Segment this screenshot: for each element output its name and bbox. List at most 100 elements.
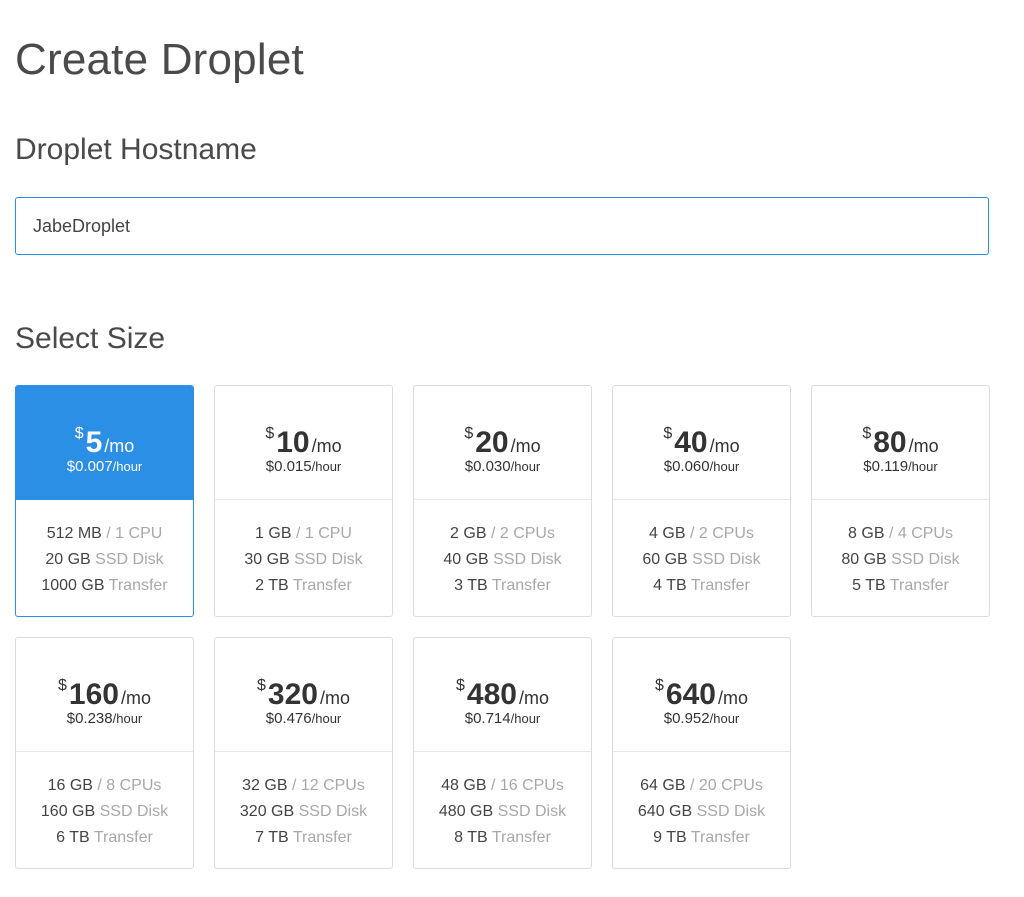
spec-disk: 640 GB SSD Disk bbox=[613, 799, 790, 825]
size-plan-card[interactable]: $320/mo $0.476/hour 32 GB / 12 CPUs 320 GB … bbox=[214, 637, 393, 869]
size-section-title: Select Size bbox=[15, 322, 166, 355]
spec-transfer: 9 TB Transfer bbox=[613, 825, 790, 851]
spec-memory-cpu: 1 GB / 1 CPU bbox=[215, 521, 392, 547]
size-plan-card[interactable]: $640/mo $0.952/hour 64 GB / 20 CPUs 640 GB … bbox=[612, 637, 791, 869]
hourly-amount: $0.015 bbox=[265, 458, 312, 475]
spec-disk-label: SSD Disk bbox=[294, 551, 363, 568]
size-plan-card[interactable]: $20/mo $0.030/hour 2 GB / 2 CPUs 40 GB SSD … bbox=[413, 385, 592, 617]
spec-disk: 40 GB SSD Disk bbox=[414, 547, 591, 573]
spec-transfer-label: Transfer bbox=[491, 577, 551, 594]
spec-disk-size: 480 GB bbox=[438, 803, 494, 820]
spec-disk: 30 GB SSD Disk bbox=[215, 547, 392, 573]
per-hour-suffix: /hour bbox=[510, 459, 541, 474]
currency-symbol: $ bbox=[862, 425, 872, 442]
spec-memory-cpu: 8 GB / 4 CPUs bbox=[812, 521, 989, 547]
plan-specs: 2 GB / 2 CPUs 40 GB SSD Disk 3 TB Transfer bbox=[414, 500, 591, 599]
price-amount: 10 bbox=[276, 426, 310, 459]
size-plan-card[interactable]: $40/mo $0.060/hour 4 GB / 2 CPUs 60 GB SSD … bbox=[612, 385, 791, 617]
hourly-price: $0.952/hour bbox=[613, 710, 790, 727]
spec-transfer-amount: 1000 GB bbox=[41, 577, 105, 594]
plan-price-panel: $480/mo $0.714/hour bbox=[414, 638, 591, 752]
spec-disk-label: SSD Disk bbox=[95, 551, 164, 568]
per-month-suffix: /mo bbox=[908, 436, 939, 456]
plan-price-panel: $20/mo $0.030/hour bbox=[414, 386, 591, 500]
plan-price-panel: $40/mo $0.060/hour bbox=[613, 386, 790, 500]
per-month-suffix: /mo bbox=[319, 688, 350, 708]
hourly-amount: $0.714 bbox=[464, 710, 511, 727]
spec-transfer-label: Transfer bbox=[690, 829, 750, 846]
spec-transfer-label: Transfer bbox=[889, 577, 949, 594]
plan-price-panel: $640/mo $0.952/hour bbox=[613, 638, 790, 752]
spec-memory: 8 GB bbox=[848, 525, 885, 542]
size-plan-card[interactable]: $5/mo $0.007/hour 512 MB / 1 CPU 20 GB SSD … bbox=[15, 385, 194, 617]
spec-transfer: 7 TB Transfer bbox=[215, 825, 392, 851]
spec-transfer-label: Transfer bbox=[491, 829, 551, 846]
hourly-price: $0.238/hour bbox=[16, 710, 193, 727]
per-hour-suffix: /hour bbox=[112, 459, 143, 474]
per-month-suffix: /mo bbox=[510, 436, 541, 456]
plan-specs: 16 GB / 8 CPUs 160 GB SSD Disk 6 TB Transf… bbox=[16, 752, 193, 851]
spec-disk-label: SSD Disk bbox=[891, 551, 960, 568]
spec-cpu: / 20 CPUs bbox=[689, 777, 763, 794]
hostname-section-title: Droplet Hostname bbox=[15, 133, 257, 166]
price-amount: 40 bbox=[674, 426, 708, 459]
spec-disk: 20 GB SSD Disk bbox=[16, 547, 193, 573]
hostname-input[interactable] bbox=[15, 197, 989, 255]
spec-disk-label: SSD Disk bbox=[696, 803, 766, 820]
per-month-suffix: /mo bbox=[518, 688, 549, 708]
price-amount: 160 bbox=[68, 678, 119, 711]
spec-memory-cpu: 2 GB / 2 CPUs bbox=[414, 521, 591, 547]
spec-disk-label: SSD Disk bbox=[493, 551, 562, 568]
spec-memory-cpu: 32 GB / 12 CPUs bbox=[215, 773, 392, 799]
spec-transfer: 1000 GB Transfer bbox=[16, 573, 193, 599]
spec-memory-cpu: 48 GB / 16 CPUs bbox=[414, 773, 591, 799]
spec-transfer: 5 TB Transfer bbox=[812, 573, 989, 599]
plan-specs: 512 MB / 1 CPU 20 GB SSD Disk 1000 GB Tran… bbox=[16, 500, 193, 599]
per-month-suffix: /mo bbox=[311, 436, 342, 456]
size-plan-card[interactable]: $10/mo $0.015/hour 1 GB / 1 CPU 30 GB SSD D… bbox=[214, 385, 393, 617]
hourly-price: $0.030/hour bbox=[414, 458, 591, 475]
spec-memory: 32 GB bbox=[242, 777, 288, 794]
size-plan-card[interactable]: $160/mo $0.238/hour 16 GB / 8 CPUs 160 GB S… bbox=[15, 637, 194, 869]
size-plan-card[interactable]: $480/mo $0.714/hour 48 GB / 16 CPUs 480 GB … bbox=[413, 637, 592, 869]
per-hour-suffix: /hour bbox=[709, 711, 740, 726]
spec-disk: 160 GB SSD Disk bbox=[16, 799, 193, 825]
spec-transfer-amount: 5 TB bbox=[852, 577, 886, 594]
spec-disk-size: 20 GB bbox=[45, 551, 91, 568]
currency-symbol: $ bbox=[655, 677, 664, 694]
spec-transfer-label: Transfer bbox=[292, 829, 352, 846]
hourly-price: $0.015/hour bbox=[215, 458, 392, 475]
price-amount: 480 bbox=[466, 678, 517, 711]
spec-disk: 60 GB SSD Disk bbox=[613, 547, 790, 573]
per-hour-suffix: /hour bbox=[908, 459, 938, 474]
price-amount: 80 bbox=[873, 426, 907, 459]
spec-memory: 48 GB bbox=[441, 777, 487, 794]
plan-specs: 4 GB / 2 CPUs 60 GB SSD Disk 4 TB Transfer bbox=[613, 500, 790, 599]
spec-disk-size: 40 GB bbox=[443, 551, 489, 568]
currency-symbol: $ bbox=[456, 677, 465, 694]
per-hour-suffix: /hour bbox=[311, 459, 342, 474]
spec-memory: 1 GB bbox=[255, 525, 292, 542]
spec-disk-size: 160 GB bbox=[40, 803, 96, 820]
monthly-price: $20/mo bbox=[414, 416, 591, 459]
spec-disk-size: 640 GB bbox=[637, 803, 693, 820]
spec-memory-cpu: 64 GB / 20 CPUs bbox=[613, 773, 790, 799]
hourly-price: $0.119/hour bbox=[812, 458, 989, 475]
spec-cpu: / 2 CPUs bbox=[490, 525, 555, 542]
plan-specs: 1 GB / 1 CPU 30 GB SSD Disk 2 TB Transfer bbox=[215, 500, 392, 599]
spec-transfer-label: Transfer bbox=[292, 577, 352, 594]
currency-symbol: $ bbox=[58, 677, 67, 694]
size-plan-card[interactable]: $80/mo $0.119/hour 8 GB / 4 CPUs 80 GB SSD … bbox=[811, 385, 990, 617]
spec-disk-label: SSD Disk bbox=[497, 803, 567, 820]
currency-symbol: $ bbox=[257, 677, 266, 694]
spec-memory: 16 GB bbox=[47, 777, 93, 794]
spec-transfer: 6 TB Transfer bbox=[16, 825, 193, 851]
spec-memory-cpu: 4 GB / 2 CPUs bbox=[613, 521, 790, 547]
per-hour-suffix: /hour bbox=[709, 459, 740, 474]
spec-transfer-amount: 3 TB bbox=[454, 577, 488, 594]
spec-transfer-amount: 7 TB bbox=[255, 829, 289, 846]
currency-symbol: $ bbox=[265, 425, 275, 442]
spec-disk-label: SSD Disk bbox=[298, 803, 368, 820]
spec-cpu: / 16 CPUs bbox=[490, 777, 564, 794]
spec-memory: 2 GB bbox=[450, 525, 487, 542]
